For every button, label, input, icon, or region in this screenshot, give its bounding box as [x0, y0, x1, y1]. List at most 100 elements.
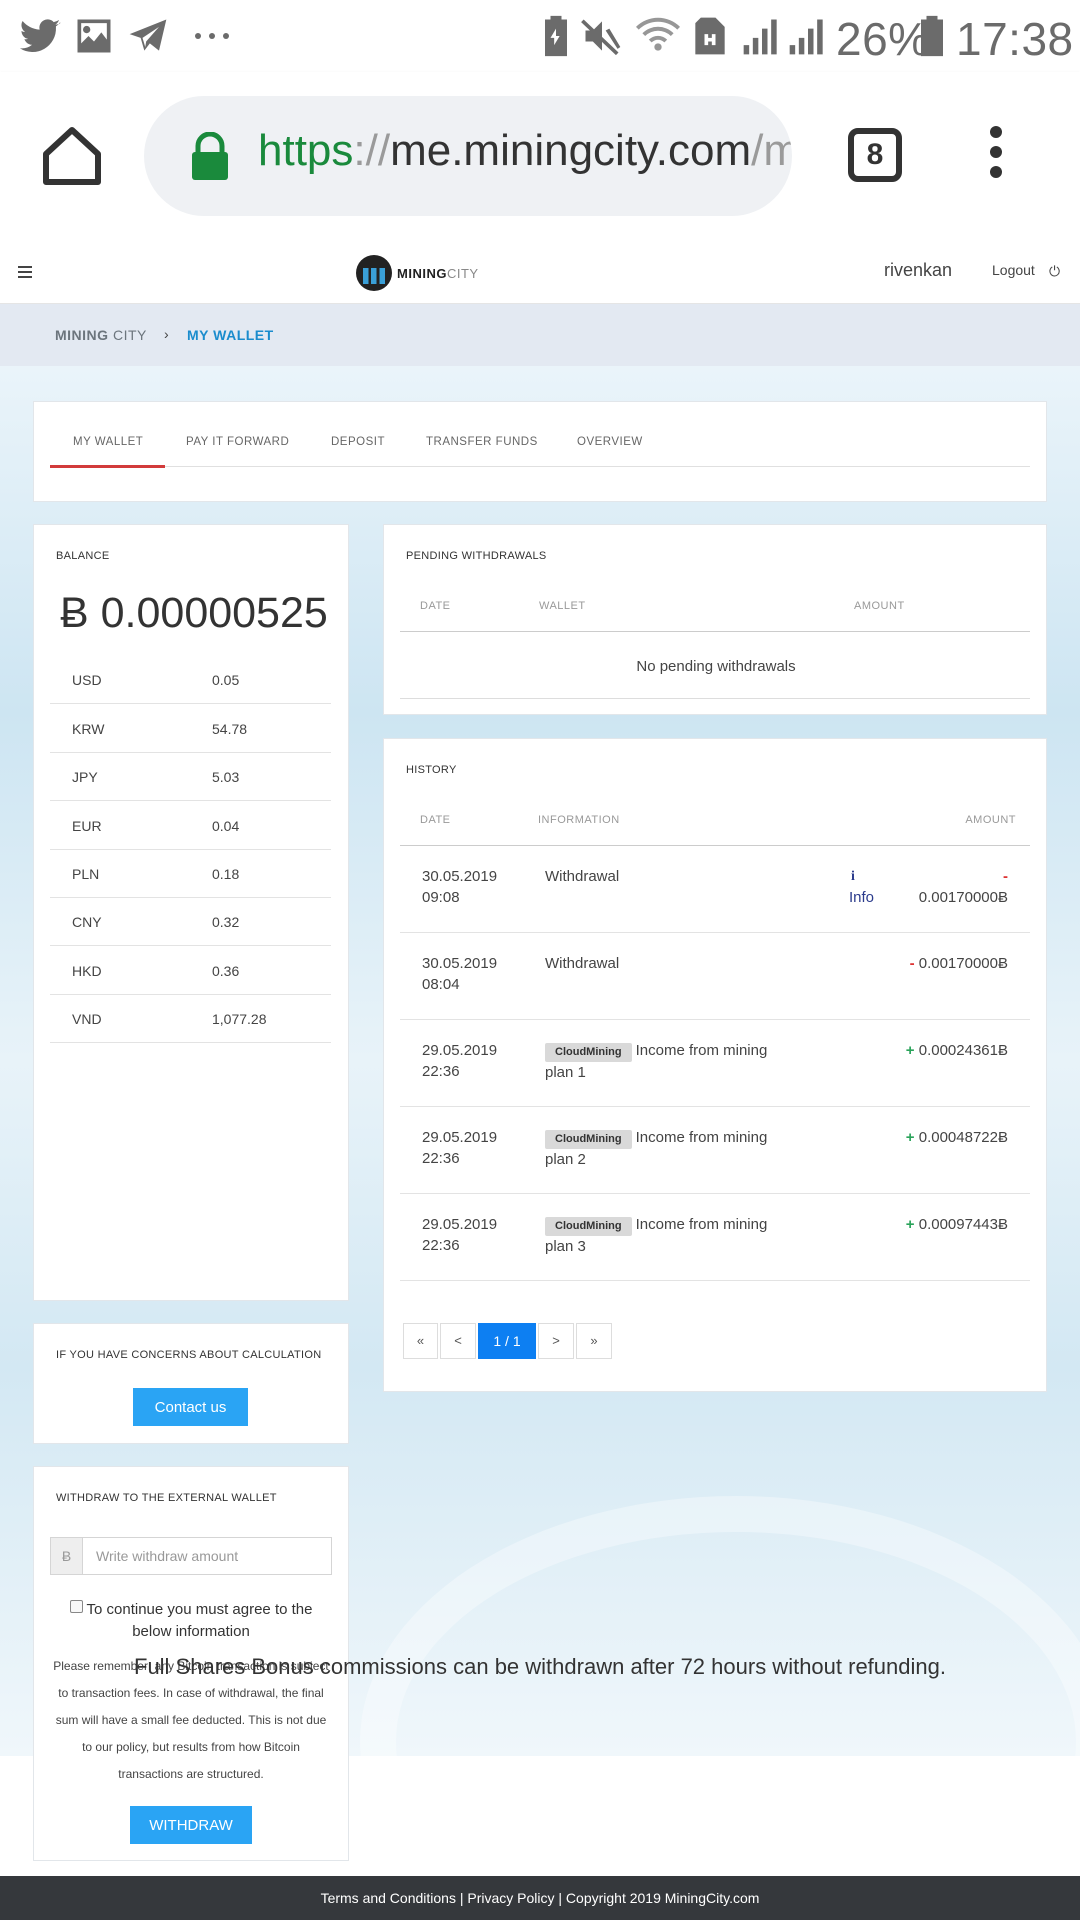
- tab-transfer-funds[interactable]: TRANSFER FUNDS: [426, 436, 538, 448]
- currency-row: KRW 54.78: [50, 705, 331, 753]
- contact-us-button[interactable]: Contact us: [133, 1388, 248, 1426]
- withdraw-input-group: Ƀ: [50, 1537, 332, 1575]
- row-date-time: 09:08: [422, 889, 460, 906]
- pending-withdrawals-card: PENDING WITHDRAWALS DATE WALLET AMOUNT N…: [383, 524, 1047, 715]
- currency-row: PLN 0.18: [50, 850, 331, 898]
- empty-state: No pending withdrawals: [636, 658, 796, 675]
- amount-value: 0.00170000Ƀ: [918, 955, 1008, 972]
- row-date-time: 08:04: [422, 976, 460, 993]
- breadcrumb-root-bold: MINING: [55, 327, 109, 343]
- table-row: 30.05.2019 08:04 Withdrawal - 0.00170000Ƀ: [400, 933, 1030, 1020]
- amount-value: 0.00170000Ƀ: [918, 889, 1008, 906]
- currency-row: USD 0.05: [50, 656, 331, 704]
- row-info: Withdrawal: [545, 955, 620, 972]
- signal-icon: [743, 19, 777, 55]
- pager-prev-button[interactable]: <: [440, 1323, 476, 1359]
- pagination: « < 1 / 1 > »: [403, 1323, 614, 1359]
- tab-pay-it-forward[interactable]: PAY IT FORWARD: [186, 436, 289, 448]
- browser-menu-icon[interactable]: [980, 126, 1012, 190]
- breadcrumb-current: MY WALLET: [187, 327, 274, 343]
- url-text: https://me.miningcity.com/my: [258, 126, 792, 176]
- lock-icon: [192, 132, 228, 180]
- currency-code: EUR: [72, 818, 102, 834]
- currency-value: 0.32: [212, 914, 240, 930]
- withdraw-title: WITHDRAW TO THE EXTERNAL WALLET: [56, 1492, 277, 1504]
- history-card: HISTORY DATE INFORMATION AMOUNT 30.05.20…: [383, 738, 1047, 1392]
- site-header: MININGCITY rivenkan Logout ⏻: [0, 240, 1080, 304]
- row-date-day: 29.05.2019: [422, 1042, 498, 1059]
- pager-next-button[interactable]: >: [538, 1323, 574, 1359]
- row-date-day: 29.05.2019: [422, 1129, 498, 1146]
- agree-row: To continue you must agree to the below …: [50, 1599, 332, 1643]
- row-date-day: 30.05.2019: [422, 955, 498, 972]
- currency-code: PLN: [72, 866, 100, 882]
- telegram-icon: [129, 19, 167, 51]
- info-link-label: Info: [849, 889, 875, 906]
- url-host: me.miningcity.com: [390, 126, 752, 175]
- row-date-day: 30.05.2019: [422, 868, 498, 885]
- tab-deposit[interactable]: DEPOSIT: [331, 436, 385, 448]
- bonus-notice: Full Shares Bonus commissions can be wit…: [134, 1654, 946, 1679]
- info-link[interactable]: i Info: [849, 866, 874, 908]
- url-separator: ://: [353, 126, 391, 175]
- clock: 17:38: [956, 13, 1074, 65]
- tab-my-wallet[interactable]: MY WALLET: [73, 436, 143, 448]
- column-header-date: DATE: [420, 814, 451, 826]
- currency-code: CNY: [72, 914, 102, 930]
- power-icon[interactable]: ⏻: [1049, 263, 1060, 280]
- pager-last-button[interactable]: »: [576, 1323, 612, 1359]
- twitter-icon: [19, 19, 61, 53]
- amount-sign: +: [905, 1042, 915, 1059]
- amount-value: 0.00097443Ƀ: [918, 1216, 1008, 1233]
- tab-overview[interactable]: OVERVIEW: [577, 436, 643, 448]
- amount-sign: +: [905, 1216, 915, 1233]
- currency-value: 0.05: [212, 672, 240, 688]
- row-info: CloudMining Income from mining plan 2: [545, 1127, 785, 1170]
- breadcrumb-root-light: CITY: [112, 327, 147, 343]
- logo-text-city: CITY: [446, 265, 479, 281]
- currency-code: VND: [72, 1011, 102, 1027]
- pager-current-page[interactable]: 1 / 1: [478, 1323, 536, 1359]
- cloudmining-badge: CloudMining: [545, 1130, 632, 1149]
- logout-link[interactable]: Logout: [992, 262, 1035, 278]
- currency-code: HKD: [72, 963, 102, 979]
- url-path: /my: [751, 126, 792, 175]
- battery-saver-icon: [545, 15, 567, 57]
- tab-divider: [50, 466, 1030, 467]
- breadcrumb-separator: ›: [164, 326, 169, 342]
- hamburger-menu-icon[interactable]: [18, 266, 32, 281]
- balance-title: BALANCE: [56, 550, 110, 562]
- site-footer[interactable]: Terms and Conditions | Privacy Policy | …: [0, 1876, 1080, 1920]
- withdraw-button[interactable]: WITHDRAW: [130, 1806, 252, 1844]
- balance-card: BALANCE Ƀ 0.00000525 USD 0.05 KRW 54.78 JP…: [33, 524, 349, 1301]
- username[interactable]: rivenkan: [884, 260, 952, 281]
- cloudmining-badge: CloudMining: [545, 1043, 632, 1062]
- row-date: 29.05.2019 22:36: [422, 1127, 497, 1169]
- amount-sign: +: [905, 1129, 915, 1146]
- breadcrumb-root[interactable]: MINING CITY: [55, 327, 147, 343]
- home-icon[interactable]: [40, 124, 104, 188]
- amount-value: 0.00024361Ƀ: [918, 1042, 1008, 1059]
- pager-first-button[interactable]: «: [403, 1323, 438, 1359]
- sim-icon: [695, 17, 725, 55]
- concerns-title: IF YOU HAVE CONCERNS ABOUT CALCULATION: [56, 1349, 322, 1361]
- url-scheme: https: [258, 126, 354, 175]
- more-notifications-icon: [195, 33, 229, 39]
- withdraw-amount-input[interactable]: [84, 1538, 330, 1574]
- row-amount: - 0.00170000Ƀ: [910, 953, 1008, 974]
- agree-checkbox[interactable]: [69, 1600, 83, 1613]
- row-date: 29.05.2019 22:36: [422, 1214, 497, 1256]
- mining-city-logo[interactable]: MININGCITY: [356, 254, 479, 292]
- mute-icon: [581, 19, 621, 56]
- currency-value: 0.18: [212, 866, 240, 882]
- agree-label: To continue you must agree to the below …: [86, 1601, 313, 1640]
- row-info: CloudMining Income from mining plan 3: [545, 1214, 785, 1257]
- address-bar[interactable]: https://me.miningcity.com/my: [144, 96, 792, 216]
- wifi-icon: [636, 17, 680, 51]
- row-date-time: 22:36: [422, 1237, 460, 1254]
- row-amount: + 0.00097443Ƀ: [906, 1214, 1008, 1235]
- table-bottom-divider: [400, 698, 1030, 699]
- row-date-time: 22:36: [422, 1150, 460, 1167]
- table-header-divider: [400, 631, 1030, 632]
- tab-switcher-button[interactable]: 8: [848, 128, 902, 182]
